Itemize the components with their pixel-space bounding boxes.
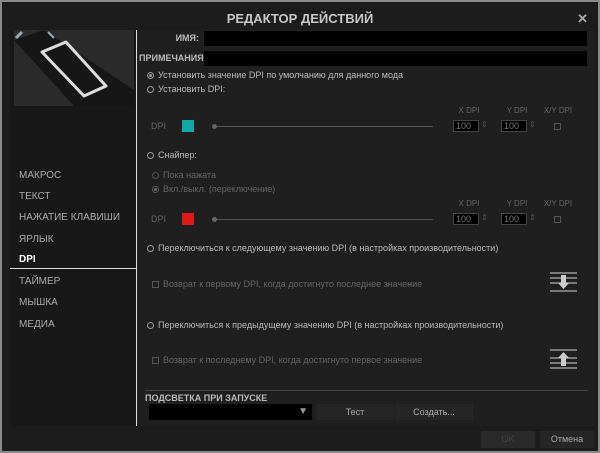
radio-toggle[interactable]: Вкл./выкл. (переключение) (152, 184, 275, 194)
radio-while-pressed[interactable]: Пока нажата (152, 170, 216, 180)
radio-icon (147, 245, 154, 253)
y-dpi-header: Y DPI (506, 199, 528, 208)
radio-next-dpi[interactable]: Переключиться к следующему значению DPI … (147, 243, 498, 253)
wrap-first-checkbox[interactable]: Возврат к первому DPI, когда достигнуто … (152, 279, 422, 289)
sniper-y-dpi-input[interactable]: 100 (501, 213, 527, 225)
radio-icon (152, 172, 159, 180)
radio-icon (147, 152, 154, 160)
notes-input[interactable] (204, 51, 587, 66)
sidebar-item-media[interactable]: МЕДИА (19, 319, 55, 330)
checkbox-icon (152, 281, 159, 289)
radio-icon (147, 322, 154, 330)
checkbox-label: Возврат к первому DPI, когда достигнуто … (163, 279, 423, 289)
action-editor-window: РЕДАКТОР ДЕЙСТВИЙ ✕ МАКРОС ТЕКСТ НАЖАТИЕ… (0, 0, 600, 453)
lighting-dropdown[interactable]: ▼ (149, 404, 312, 420)
x-dpi-header: X DPI (458, 106, 480, 115)
radio-label: Вкл./выкл. (переключение) (163, 184, 276, 194)
x-dpi-input[interactable]: 100 (453, 120, 479, 132)
y-dpi-header: Y DPI (506, 106, 528, 115)
selected-indicator (10, 268, 136, 269)
ok-button[interactable]: OK (481, 431, 535, 448)
chevron-down-icon: ▼ (298, 406, 308, 417)
dpi-label: DPI (151, 121, 167, 131)
notes-label: ПРИМЕЧАНИЯ: (139, 53, 207, 63)
xy-dpi-header: X/Y DPI (543, 199, 573, 208)
dpi-slider-knob[interactable] (212, 124, 217, 129)
cancel-button[interactable]: Отмена (540, 431, 594, 448)
radio-icon (147, 86, 154, 94)
radio-label: Переключиться к предыдущему значению DPI… (158, 320, 504, 330)
radio-set-dpi[interactable]: Установить DPI: (147, 84, 225, 94)
mouse-image-icon (14, 30, 134, 106)
test-button[interactable]: Тест (316, 404, 394, 420)
sidebar-item-shortcut[interactable]: ЯРЛЫК (19, 234, 54, 245)
dpi-stage-up-icon (550, 349, 577, 369)
sniper-dpi-label: DPI (151, 214, 167, 224)
name-label: ИМЯ: (175, 33, 199, 43)
radio-default-dpi[interactable]: Установить значение DPI по умолчанию для… (147, 70, 403, 80)
sniper-color-swatch[interactable] (182, 213, 194, 225)
close-icon[interactable]: ✕ (577, 11, 588, 27)
lighting-label: ПОДСВЕТКА ПРИ ЗАПУСКЕ (145, 393, 268, 403)
radio-label: Пока нажата (163, 170, 216, 180)
wrap-last-checkbox[interactable]: Возврат к последнему DPI, когда достигну… (152, 355, 422, 365)
window-title: РЕДАКТОР ДЕЙСТВИЙ (226, 11, 374, 26)
radio-prev-dpi[interactable]: Переключиться к предыдущему значению DPI… (147, 320, 503, 330)
radio-label: Установить значение DPI по умолчанию для… (158, 70, 404, 80)
sniper-slider-knob[interactable] (212, 217, 217, 222)
name-input[interactable] (204, 31, 587, 46)
sidebar-item-timer[interactable]: ТАЙМЕР (19, 276, 60, 287)
checkbox-icon (152, 357, 159, 365)
radio-label: Снайпер: (158, 150, 197, 160)
xy-dpi-header: X/Y DPI (543, 106, 573, 115)
x-dpi-spinner-icon[interactable]: ⇕ (481, 213, 488, 222)
dpi-color-swatch[interactable] (182, 120, 194, 132)
sidebar-item-macro[interactable]: МАКРОС (19, 170, 61, 181)
mouse-button-image (14, 30, 134, 106)
sniper-dpi-slider[interactable] (213, 219, 433, 220)
radio-icon (147, 72, 154, 80)
sidebar-item-dpi[interactable]: DPI (19, 254, 36, 265)
dpi-stage-down-icon (550, 272, 577, 292)
separator (145, 390, 588, 391)
dpi-slider[interactable] (213, 126, 433, 127)
sidebar-item-mouse[interactable]: МЫШКА (19, 297, 58, 308)
y-dpi-spinner-icon[interactable]: ⇕ (529, 213, 536, 222)
radio-label: Установить DPI: (158, 84, 226, 94)
sidebar-item-keypress[interactable]: НАЖАТИЕ КЛАВИШИ (19, 212, 120, 223)
checkbox-label: Возврат к последнему DPI, когда достигну… (163, 355, 423, 365)
create-button[interactable]: Создать... (395, 404, 473, 420)
x-dpi-header: X DPI (458, 199, 480, 208)
sniper-x-dpi-input[interactable]: 100 (453, 213, 479, 225)
xy-dpi-checkbox[interactable] (554, 123, 561, 130)
radio-sniper[interactable]: Снайпер: (147, 150, 197, 160)
sniper-xy-dpi-checkbox[interactable] (554, 216, 561, 223)
sidebar-item-text[interactable]: ТЕКСТ (19, 191, 51, 202)
y-dpi-spinner-icon[interactable]: ⇕ (529, 120, 536, 129)
y-dpi-input[interactable]: 100 (501, 120, 527, 132)
radio-icon (152, 186, 159, 194)
x-dpi-spinner-icon[interactable]: ⇕ (481, 120, 488, 129)
radio-label: Переключиться к следующему значению DPI … (158, 243, 499, 253)
